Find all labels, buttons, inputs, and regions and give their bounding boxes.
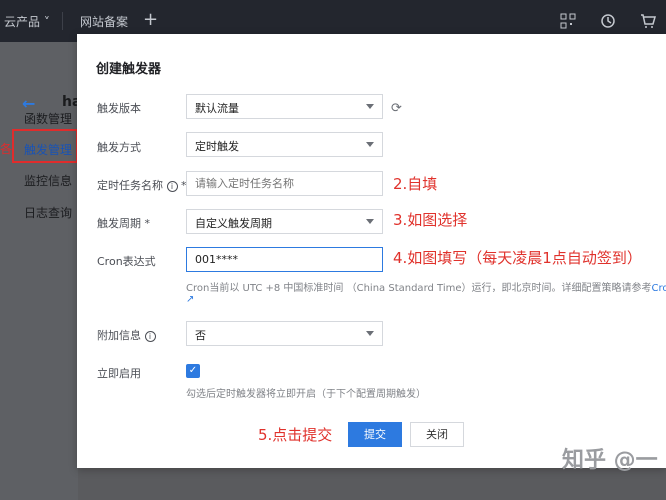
- clock-icon[interactable]: [600, 13, 616, 29]
- cart-icon[interactable]: [640, 13, 656, 29]
- external-link-icon[interactable]: ↗: [186, 294, 194, 305]
- method-label: 触发方式: [97, 141, 141, 154]
- record-link[interactable]: 网站备案: [80, 13, 128, 30]
- submit-button[interactable]: 提交: [348, 422, 402, 447]
- required-mark: *: [144, 217, 151, 230]
- extra-select[interactable]: 否: [186, 321, 383, 346]
- refresh-icon[interactable]: ⟳: [391, 101, 402, 116]
- sidebar-item-monitor[interactable]: 监控信息: [24, 172, 72, 189]
- chevron-down-icon: [366, 331, 374, 336]
- dialog-title: 创建触发器: [96, 62, 162, 77]
- sidebar-item-logs[interactable]: 日志查询: [24, 204, 72, 221]
- version-value: 默认流量: [195, 102, 239, 115]
- chevron-down-icon: [366, 104, 374, 109]
- period-label: 触发周期 *: [97, 215, 150, 231]
- enable-hint: 勾选后定时触发器将立即开启（于下个配置周期触发）: [186, 389, 426, 400]
- extra-value: 否: [195, 329, 206, 342]
- extra-label: 附加信息 i: [97, 327, 156, 343]
- qrcode-icon[interactable]: [560, 13, 576, 29]
- info-icon[interactable]: i: [144, 330, 156, 342]
- info-icon[interactable]: i: [166, 180, 178, 192]
- cron-value: 001****: [195, 253, 238, 266]
- sidebar-item-functions[interactable]: 函数管理: [24, 110, 72, 127]
- cron-hint-text: Cron当前以 UTC +8 中国标准时间 （China Standard Ti…: [186, 283, 652, 294]
- task-name-input[interactable]: [186, 171, 383, 196]
- zhihu-watermark: 知乎 @一: [562, 448, 658, 473]
- sidebar-item-triggers[interactable]: 触发管理: [24, 141, 72, 158]
- version-select[interactable]: 默认流量: [186, 94, 383, 119]
- method-select[interactable]: 定时触发: [186, 132, 383, 157]
- enable-label: 立即启用: [97, 367, 141, 380]
- period-label-text: 触发周期: [97, 217, 141, 230]
- chevron-down-icon: [366, 142, 374, 147]
- sidebar: ← ha 函数管理 触发管理 各 监控信息 日志查询: [0, 42, 81, 500]
- annotation-5: 5.点击提交: [258, 426, 333, 444]
- add-icon[interactable]: +: [143, 9, 158, 30]
- version-label: 触发版本: [97, 102, 141, 115]
- annotation-2: 2.自填: [393, 175, 438, 193]
- divider: [62, 12, 63, 30]
- annotation-4: 4.如图填写（每天凌晨1点自动签到）: [393, 249, 642, 267]
- cron-doc-link[interactable]: Cron相: [652, 283, 666, 294]
- extra-label-text: 附加信息: [97, 329, 141, 342]
- close-button[interactable]: 关闭: [410, 422, 464, 447]
- task-name-label: 定时任务名称 i *: [97, 177, 187, 193]
- method-value: 定时触发: [195, 140, 239, 153]
- chevron-down-icon: [366, 219, 374, 224]
- cron-hint: Cron当前以 UTC +8 中国标准时间 （China Standard Ti…: [186, 279, 666, 294]
- cron-label: Cron表达式: [97, 255, 156, 268]
- cron-input[interactable]: 001****: [186, 247, 383, 272]
- period-value: 自定义触发周期: [195, 217, 272, 230]
- period-select[interactable]: 自定义触发周期: [186, 209, 383, 234]
- products-menu[interactable]: 云产品 ˅: [4, 13, 50, 30]
- create-trigger-dialog: 创建触发器 触发版本 默认流量 ⟳ 触发方式 定时触发 定时任务名称 i * 2…: [77, 34, 666, 468]
- annotation-3: 3.如图选择: [393, 211, 468, 229]
- enable-checkbox[interactable]: ✓: [186, 364, 200, 378]
- task-name-label-text: 定时任务名称: [97, 179, 163, 192]
- marker: 各: [0, 142, 13, 156]
